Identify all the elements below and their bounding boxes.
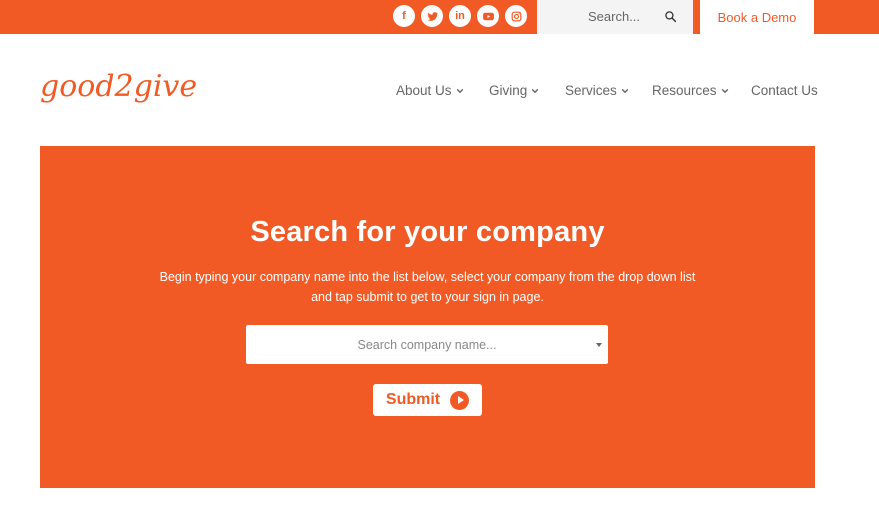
twitter-icon[interactable]: [421, 5, 443, 27]
site-search-placeholder: Search...: [588, 9, 641, 24]
good2give-logo[interactable]: good2give: [38, 58, 200, 122]
submit-button[interactable]: Submit: [373, 384, 482, 416]
facebook-icon[interactable]: f: [393, 5, 415, 27]
linkedin-icon[interactable]: in: [449, 5, 471, 27]
nav-item-resources[interactable]: Resources: [652, 83, 729, 98]
chevron-down-icon: [531, 88, 539, 93]
site-search-input[interactable]: Search...: [537, 0, 693, 34]
company-search-select[interactable]: Search company name...: [246, 325, 608, 364]
instagram-glyph: [511, 11, 521, 21]
social-links: f in: [393, 5, 527, 27]
youtube-glyph: [482, 12, 494, 20]
submit-label: Submit: [385, 391, 441, 408]
dropdown-caret-icon: [596, 343, 602, 347]
twitter-glyph: [426, 11, 438, 21]
company-search-panel: Search for your company Begin typing you…: [40, 146, 815, 488]
instagram-icon[interactable]: [505, 5, 527, 27]
nav-item-label: Giving: [489, 83, 528, 98]
nav-item-label: Services: [565, 83, 617, 98]
nav-item-giving[interactable]: Giving: [489, 83, 539, 98]
top-bar: f in Search... Book a Demo: [0, 0, 879, 34]
chevron-down-icon: [621, 88, 629, 93]
facebook-glyph: f: [402, 10, 406, 22]
nav-item-contact-us[interactable]: Contact Us: [751, 83, 818, 98]
nav-item-label: Contact Us: [751, 83, 818, 98]
play-arrow-icon: [450, 390, 470, 410]
chevron-down-icon: [721, 88, 728, 93]
chevron-down-icon: [456, 88, 463, 93]
youtube-icon[interactable]: [477, 5, 499, 27]
linkedin-glyph: in: [455, 10, 465, 22]
instructions-text: Begin typing your company name into the …: [159, 270, 696, 304]
logo-text: good2give: [40, 69, 197, 104]
nav-item-services[interactable]: Services: [565, 83, 629, 98]
nav-item-label: About Us: [396, 83, 452, 98]
book-demo-button[interactable]: Book a Demo: [700, 0, 814, 34]
nav-item-label: Resources: [652, 83, 717, 98]
nav-item-about-us[interactable]: About Us: [396, 83, 464, 98]
company-search-placeholder: Search company name...: [357, 337, 497, 352]
page-title: Search for your company: [250, 216, 605, 248]
search-icon[interactable]: [664, 10, 677, 23]
